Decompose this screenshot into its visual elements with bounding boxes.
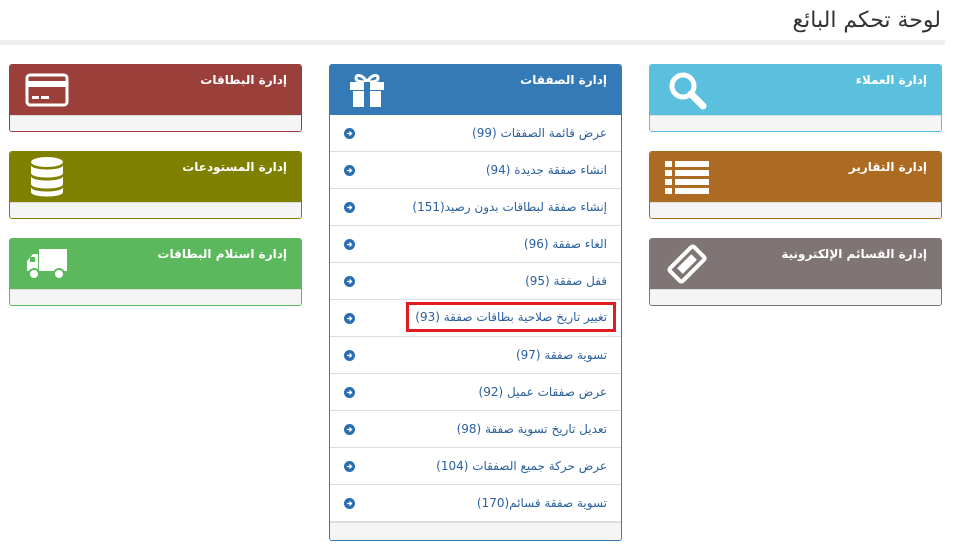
customers-panel[interactable]: إدارة العملاء	[649, 64, 942, 132]
search-icon	[664, 68, 710, 112]
arrow-right-icon	[344, 387, 355, 398]
reports-panel[interactable]: إدارة التقارير	[649, 151, 942, 219]
arrow-right-icon	[344, 128, 355, 139]
customers-panel-label[interactable]: إدارة العملاء	[856, 73, 927, 87]
deal-menu-label[interactable]: تعديل تاريخ تسوية صفقة (98)	[457, 422, 607, 436]
deals-panel[interactable]: إدارة الصفقات عرض قائمة الصفقات (99) انش…	[329, 64, 622, 541]
title-divider	[0, 40, 945, 45]
deal-menu-item[interactable]: تسوية صفقة (97)	[330, 337, 621, 374]
reports-panel-footer	[650, 202, 941, 218]
deal-menu-label[interactable]: الغاء صفقة (96)	[524, 237, 607, 251]
receive-panel-header[interactable]: إدارة استلام البطاقات	[10, 239, 301, 289]
warehouses-panel-label[interactable]: إدارة المستودعات	[182, 160, 287, 174]
cards-panel-label[interactable]: إدارة البطاقات	[200, 73, 287, 87]
deals-panel-header[interactable]: إدارة الصفقات	[330, 65, 621, 115]
customers-panel-header[interactable]: إدارة العملاء	[650, 65, 941, 115]
deal-menu-label[interactable]: تغيير تاريخ صلاحية بطاقات صفقة (93)	[406, 302, 616, 332]
deals-panel-footer	[330, 522, 621, 540]
deal-menu-item[interactable]: عرض قائمة الصفقات (99)	[330, 115, 621, 152]
deal-menu-label[interactable]: انشاء صفقة جديدة (94)	[486, 163, 607, 177]
arrow-right-icon	[344, 165, 355, 176]
coupons-panel-label[interactable]: إدارة القسائم الإلكترونية	[781, 247, 927, 261]
warehouses-panel-footer	[10, 202, 301, 218]
deal-menu-item[interactable]: انشاء صفقة جديدة (94)	[330, 152, 621, 189]
deal-menu-item[interactable]: عرض حركة جميع الصفقات (104)	[330, 448, 621, 485]
cards-panel[interactable]: إدارة البطاقات	[9, 64, 302, 132]
customers-panel-footer	[650, 115, 941, 131]
arrow-right-icon	[344, 350, 355, 361]
deal-menu-label[interactable]: تسوية صفقة قسائم(170)	[477, 496, 607, 510]
receive-panel-label[interactable]: إدارة استلام البطاقات	[157, 247, 287, 261]
deal-menu-item[interactable]: تعديل تاريخ تسوية صفقة (98)	[330, 411, 621, 448]
list-icon	[664, 155, 710, 199]
cards-panel-header[interactable]: إدارة البطاقات	[10, 65, 301, 115]
deal-menu-item[interactable]: إنشاء صفقة لبطاقات بدون رصيد(151)	[330, 189, 621, 226]
deal-menu-label[interactable]: عرض صفقات عميل (92)	[479, 385, 607, 399]
receive-panel[interactable]: إدارة استلام البطاقات	[9, 238, 302, 306]
deals-panel-label[interactable]: إدارة الصفقات	[520, 73, 607, 87]
coupons-panel[interactable]: إدارة القسائم الإلكترونية	[649, 238, 942, 306]
deal-menu-item[interactable]: عرض صفقات عميل (92)	[330, 374, 621, 411]
deals-menu: عرض قائمة الصفقات (99) انشاء صفقة جديدة …	[330, 115, 621, 522]
coupons-panel-footer	[650, 289, 941, 305]
arrow-right-icon	[344, 461, 355, 472]
deal-menu-label[interactable]: تسوية صفقة (97)	[516, 348, 607, 362]
deal-menu-item[interactable]: قفل صفقة (95)	[330, 263, 621, 300]
reports-panel-label[interactable]: إدارة التقارير	[849, 160, 927, 174]
deal-menu-item[interactable]: الغاء صفقة (96)	[330, 226, 621, 263]
warehouses-panel-header[interactable]: إدارة المستودعات	[10, 152, 301, 202]
arrow-right-icon	[344, 424, 355, 435]
coupons-panel-header[interactable]: إدارة القسائم الإلكترونية	[650, 239, 941, 289]
truck-icon	[24, 242, 70, 286]
warehouses-panel[interactable]: إدارة المستودعات	[9, 151, 302, 219]
arrow-right-icon	[344, 276, 355, 287]
arrow-right-icon	[344, 313, 355, 324]
arrow-right-icon	[344, 202, 355, 213]
arrow-right-icon	[344, 498, 355, 509]
page-title: لوحة تحكم البائع	[792, 8, 941, 33]
database-icon	[24, 155, 70, 199]
gift-icon	[344, 68, 390, 112]
deal-menu-label[interactable]: عرض قائمة الصفقات (99)	[472, 126, 607, 140]
receive-panel-footer	[10, 289, 301, 305]
deal-menu-label[interactable]: إنشاء صفقة لبطاقات بدون رصيد(151)	[412, 200, 607, 214]
ticket-icon	[664, 242, 710, 286]
deal-menu-label[interactable]: قفل صفقة (95)	[525, 274, 607, 288]
deal-menu-item[interactable]: تسوية صفقة قسائم(170)	[330, 485, 621, 522]
deal-menu-label[interactable]: عرض حركة جميع الصفقات (104)	[436, 459, 607, 473]
reports-panel-header[interactable]: إدارة التقارير	[650, 152, 941, 202]
deal-menu-item-highlighted[interactable]: تغيير تاريخ صلاحية بطاقات صفقة (93)	[330, 300, 621, 337]
cards-panel-footer	[10, 115, 301, 131]
credit-card-icon	[24, 68, 70, 112]
arrow-right-icon	[344, 239, 355, 250]
